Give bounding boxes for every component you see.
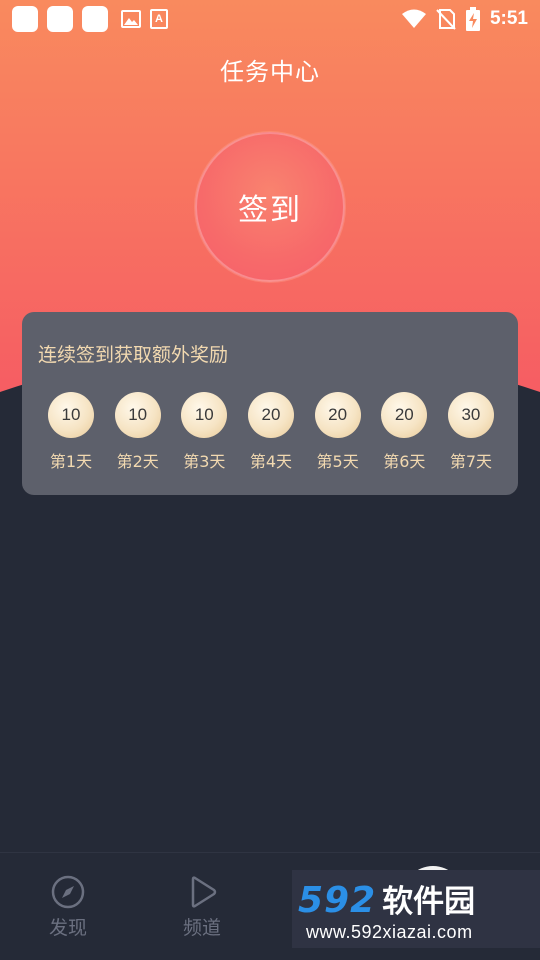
day-item: 20 第6天 — [381, 392, 428, 472]
watermark-number: 592 — [298, 880, 377, 921]
day-label: 第2天 — [116, 452, 159, 471]
font-icon: A — [150, 9, 168, 29]
status-time: 5:51 — [489, 8, 528, 29]
day-label: 第3天 — [183, 452, 226, 471]
watermark-brand: 软件园 — [382, 884, 476, 920]
app-icon — [47, 6, 73, 32]
day-label: 第1天 — [49, 452, 93, 471]
day-label: 第5天 — [316, 452, 359, 471]
status-bar: A 5:51 — [0, 0, 540, 38]
reward-title: 连续签到获取额外奖励 — [38, 344, 229, 366]
day-item: 20 第4天 — [247, 392, 294, 472]
day-label: 第7天 — [449, 452, 493, 471]
signin-button[interactable]: 签到 — [195, 132, 345, 282]
app-icon — [12, 6, 38, 32]
day-list: 10 第1天 10 第2天 10 第3天 20 第4天 20 第5天 20 第6… — [48, 392, 494, 472]
coin-badge: 10 — [181, 392, 228, 438]
tab-channel[interactable]: 频道 — [162, 875, 242, 940]
tab-discover[interactable]: 发现 — [28, 875, 108, 940]
app-icon — [82, 6, 108, 32]
coin-badge: 20 — [381, 392, 428, 438]
compass-icon — [51, 875, 85, 909]
watermark-url: www.592xiazai.com — [306, 922, 473, 942]
no-sim-icon — [436, 9, 456, 30]
tab-label: 发现 — [48, 917, 87, 939]
play-icon — [191, 876, 217, 908]
wifi-icon — [401, 9, 426, 28]
reward-card: 连续签到获取额外奖励 10 第1天 10 第2天 10 第3天 20 第4天 2… — [22, 312, 518, 495]
coin-badge: 20 — [314, 392, 361, 438]
day-item: 10 第2天 — [114, 392, 161, 472]
image-icon — [121, 10, 141, 28]
day-item: 10 第1天 — [48, 392, 94, 472]
coin-badge: 30 — [447, 392, 494, 438]
day-label: 第6天 — [383, 452, 426, 471]
page-title: 任务中心 — [220, 58, 320, 86]
battery-charging-icon — [465, 7, 480, 31]
watermark: 592 软件园 www.592xiazai.com — [292, 870, 540, 948]
coin-badge: 20 — [247, 392, 294, 438]
day-label: 第4天 — [249, 452, 293, 471]
day-item: 20 第5天 — [314, 392, 361, 472]
coin-badge: 10 — [114, 392, 161, 438]
tab-label: 频道 — [182, 917, 221, 939]
day-item: 10 第3天 — [181, 392, 228, 472]
coin-badge: 10 — [48, 392, 94, 438]
day-item: 30 第7天 — [447, 392, 494, 472]
